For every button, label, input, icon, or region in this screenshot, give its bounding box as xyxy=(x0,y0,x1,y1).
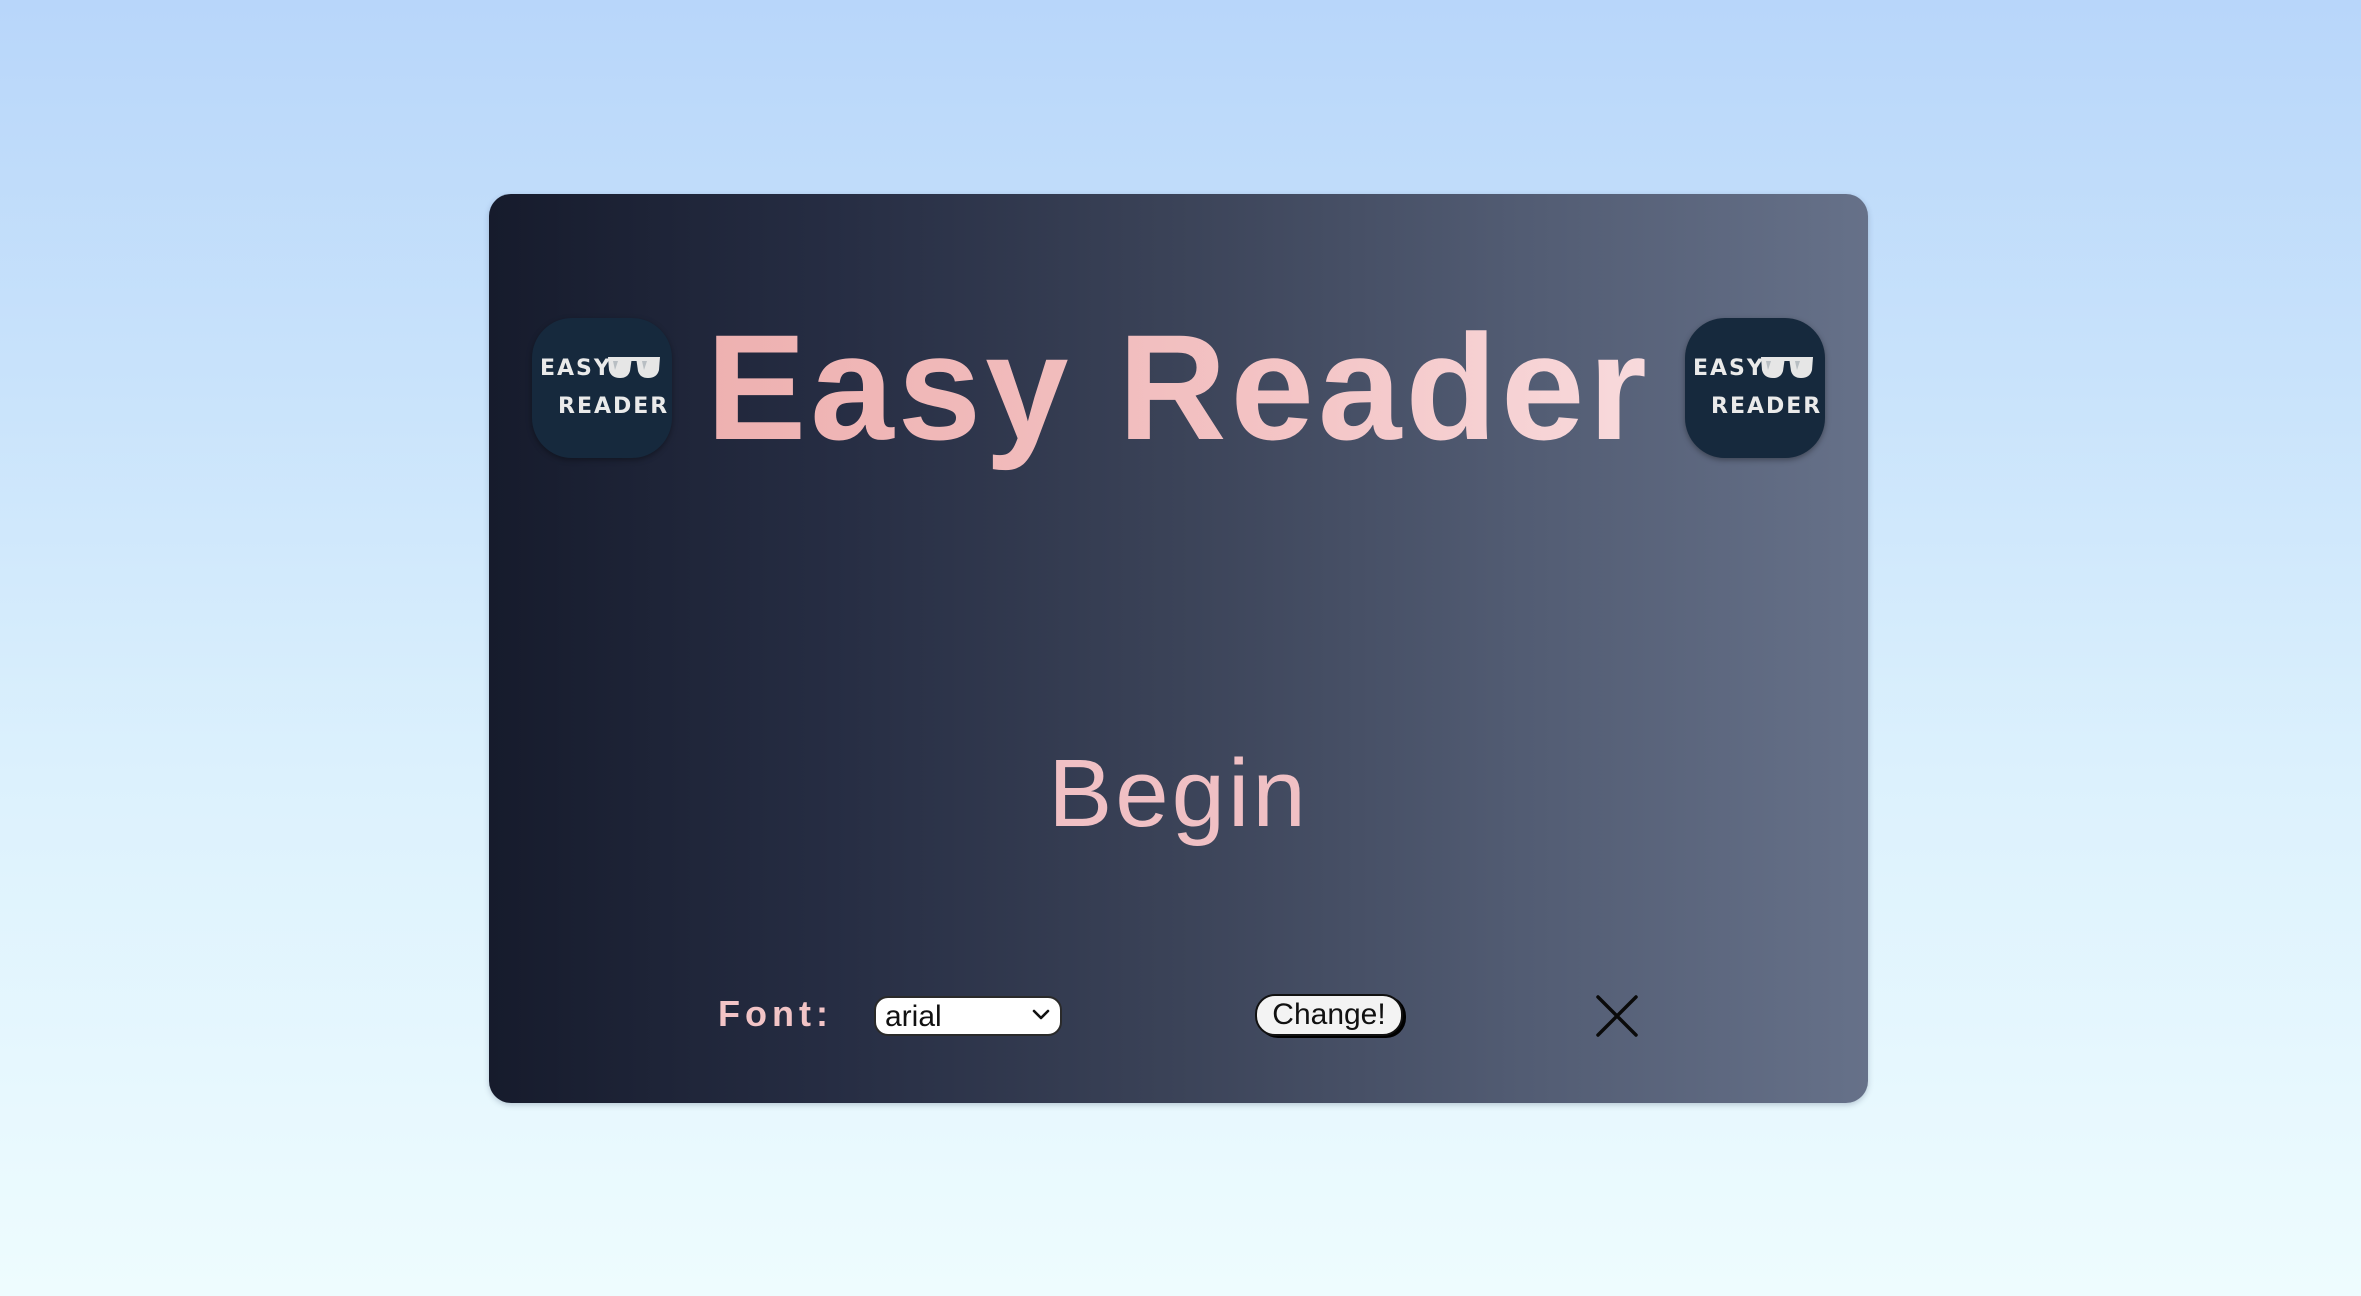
font-select[interactable]: arial xyxy=(874,996,1062,1036)
close-button[interactable] xyxy=(1595,994,1639,1038)
close-icon xyxy=(1596,995,1638,1037)
change-font-button[interactable]: Change! xyxy=(1255,994,1403,1036)
sunglasses-icon xyxy=(1761,357,1813,378)
font-label: Font: xyxy=(718,993,833,1034)
easy-reader-logo-right: EASY READER xyxy=(1685,318,1825,458)
logo-text-reader: READER xyxy=(1711,394,1823,419)
begin-button[interactable]: Begin xyxy=(489,739,1868,849)
title-container: Easy Reader xyxy=(706,302,1647,472)
font-select-value: arial xyxy=(885,1000,942,1033)
easy-reader-panel: EASY READER Easy Reader EASY READER Begi… xyxy=(489,194,1868,1103)
app-title: Easy Reader xyxy=(489,302,1868,472)
logo-text-easy: EASY xyxy=(1693,356,1765,381)
chevron-down-icon xyxy=(1032,1009,1050,1020)
